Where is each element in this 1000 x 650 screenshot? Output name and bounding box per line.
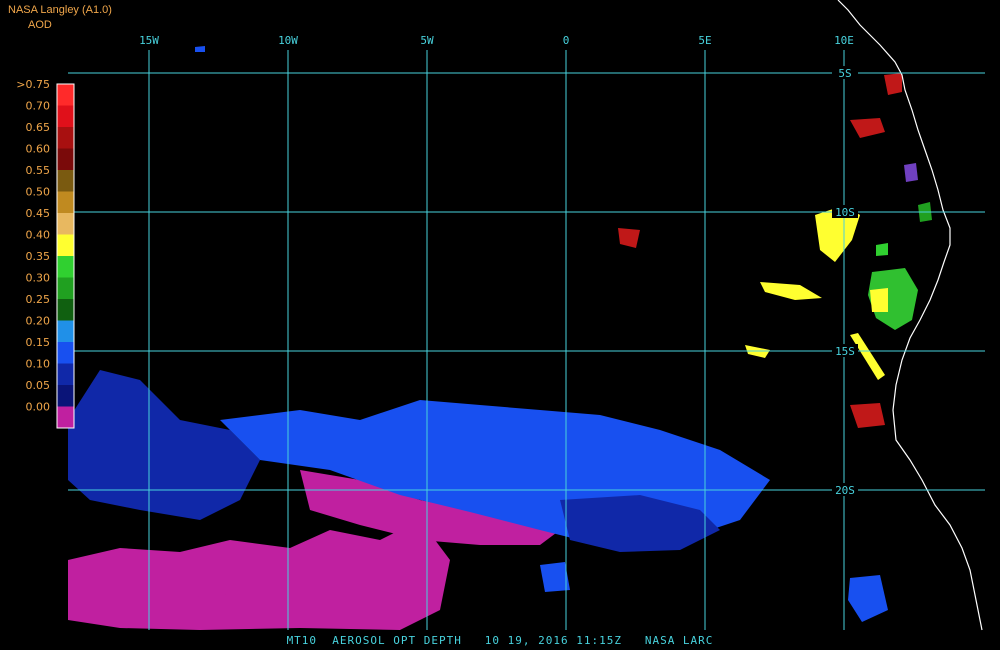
latitude-label: 20S (835, 484, 855, 497)
aod-region-yellow-plume-c (870, 288, 888, 312)
image-caption: MT10 AEROSOL OPT DEPTH 10 19, 2016 11:15… (286, 634, 714, 647)
aod-region-yellow-plume-b (760, 282, 822, 300)
legend-swatch (57, 299, 74, 321)
legend-swatch (57, 127, 74, 149)
aod-region-red-south (850, 403, 885, 428)
legend-label: >0.75 (16, 78, 50, 91)
aod-region-red-upper (884, 73, 902, 95)
legend-label: 0.50 (26, 186, 51, 199)
latitude-label: 5S (838, 67, 851, 80)
legend-label: 0.10 (26, 358, 51, 371)
aod-color-legend: >0.75 0.70 0.65 0.60 0.55 0.50 0.45 0.40 0.35 0.3… (16, 78, 75, 429)
legend-swatch (57, 213, 74, 235)
legend-label: 0.00 (26, 401, 51, 414)
legend-label: 0.45 (26, 207, 51, 220)
legend-label: 0.40 (26, 229, 51, 242)
legend-label: 0.70 (26, 100, 51, 113)
legend-swatch (57, 256, 74, 278)
legend-swatch (57, 148, 74, 170)
aod-region-green-small (876, 243, 888, 256)
legend-label: 0.55 (26, 164, 51, 177)
legend-swatch (57, 342, 74, 364)
legend-swatch (57, 234, 74, 256)
legend-label: 0.60 (26, 143, 51, 156)
latitude-label: 10S (835, 206, 855, 219)
legend-swatch (57, 320, 74, 342)
legend-swatch (57, 84, 74, 106)
latitude-label: 15S (835, 345, 855, 358)
legend-swatch (57, 277, 74, 299)
legend-label: 0.35 (26, 250, 51, 263)
legend-label: 0.20 (26, 315, 51, 328)
legend-swatch (57, 105, 74, 127)
longitude-label: 0 (563, 34, 570, 47)
longitude-label: 10W (278, 34, 298, 47)
aerosol-field-layer (68, 46, 932, 630)
legend-label: 0.15 (26, 336, 51, 349)
legend-swatch (57, 170, 74, 192)
longitude-label: 5W (420, 34, 434, 47)
longitude-label: 15W (139, 34, 159, 47)
legend-label: 0.65 (26, 121, 51, 134)
aod-region-red-north (850, 118, 885, 138)
legend-swatch (57, 363, 74, 385)
legend-label: 0.05 (26, 379, 51, 392)
longitude-label: 5E (698, 34, 711, 47)
longitude-label: 10E (834, 34, 854, 47)
legend-swatch (57, 406, 74, 428)
legend-label: 0.25 (26, 293, 51, 306)
aod-region-blue-west (68, 370, 260, 520)
legend-label: 0.30 (26, 272, 51, 285)
aod-map: 15W 10W 5W 0 5E 10E 5S 10S 15S 20S >0.75 0.70 0.65 0… (16, 0, 985, 631)
aod-region-blue-fleck (195, 46, 205, 52)
legend-swatch (57, 191, 74, 213)
aod-region-red-central (618, 228, 640, 248)
legend-swatch (57, 385, 74, 407)
aod-region-purple-dot (904, 163, 918, 182)
aod-region-blue-southeast (848, 575, 888, 622)
